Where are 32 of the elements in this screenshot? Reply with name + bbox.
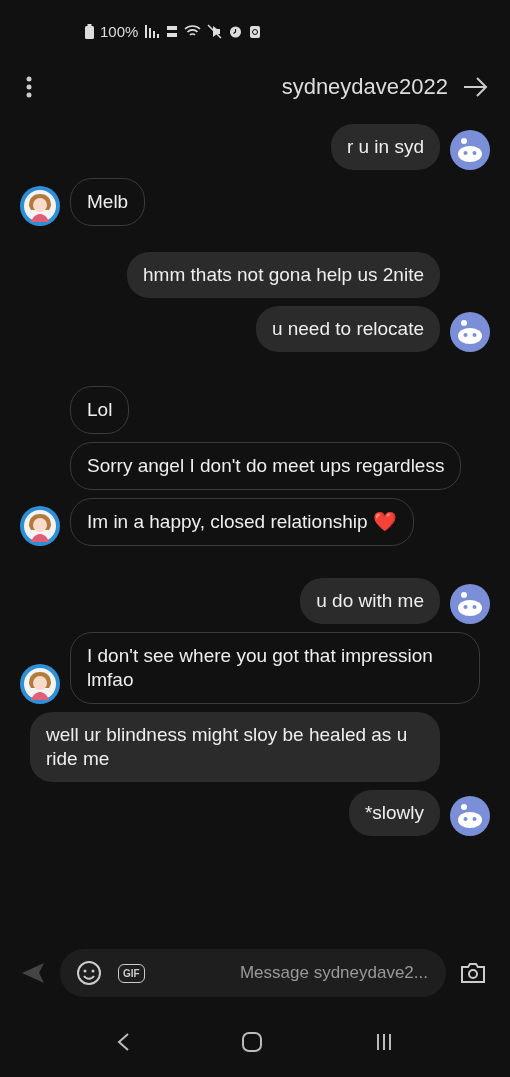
more-options-icon[interactable]: [26, 76, 32, 98]
message-bubble: well ur blindness might sloy be healed as u ride me: [30, 712, 440, 782]
message-bubble: Melb: [70, 178, 146, 226]
avatar-icon[interactable]: [450, 796, 490, 836]
conversation-title: sydneydave2022: [280, 74, 448, 100]
emoji-icon[interactable]: [76, 960, 102, 986]
mute-icon: [207, 23, 223, 39]
message-bubble: *slowly: [348, 790, 440, 836]
message-bubble: Lol: [70, 386, 130, 434]
camera-icon[interactable]: [460, 962, 486, 984]
signal-icon: [144, 23, 161, 39]
back-icon[interactable]: [115, 1032, 130, 1052]
battery-percentage: 100%: [100, 22, 139, 40]
arrow-icon[interactable]: [462, 76, 488, 98]
sync-icon: [249, 23, 262, 39]
message-bubble: I don't see where you got that impression lmfao: [70, 632, 480, 704]
message-bubble: Sorry angel I don't do meet ups regardless: [70, 442, 462, 490]
battery-icon: [85, 23, 94, 39]
message-bubble: hmm thats not gona help us 2nite: [127, 252, 440, 298]
avatar-icon[interactable]: [20, 186, 60, 226]
avatar-icon[interactable]: [450, 312, 490, 352]
gif-button[interactable]: GIF: [118, 963, 145, 983]
avatar-icon[interactable]: [450, 584, 490, 624]
message-bubble: u do with me: [300, 578, 440, 624]
message-bubble: u need to relocate: [255, 306, 440, 352]
avatar-icon[interactable]: [20, 664, 60, 704]
message-bubble: Im in a happy, closed relationship ❤: [70, 498, 414, 546]
avatar-icon[interactable]: [20, 506, 60, 546]
message-input-field[interactable]: GIF Message sydneydave2...: [60, 949, 446, 997]
avatar-icon[interactable]: [450, 130, 490, 170]
home-icon[interactable]: [241, 1031, 263, 1053]
message-bubble: r u in syd: [330, 124, 440, 170]
